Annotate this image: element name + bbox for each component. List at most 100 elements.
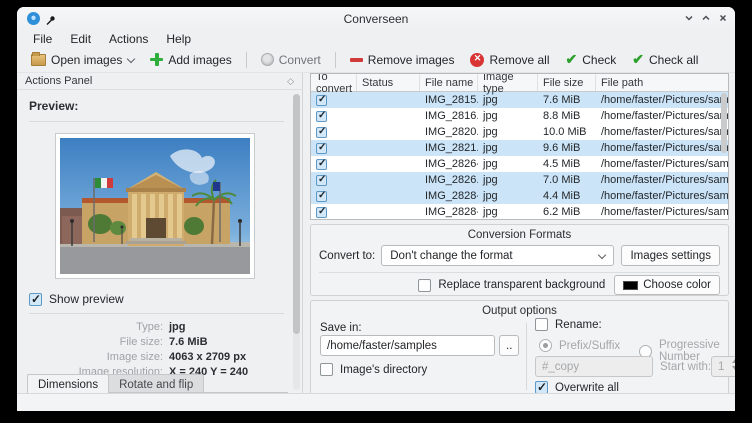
- choose-color-button[interactable]: Choose color: [614, 275, 720, 295]
- rename-pattern-input[interactable]: [535, 356, 653, 377]
- table-row[interactable]: IMG_2826.jpg jpg 7.0 MiB /home/faster/Pi…: [311, 172, 728, 188]
- browse-button[interactable]: ..: [499, 335, 519, 356]
- start-with-label: Start with:: [660, 361, 711, 373]
- checkbox-box: [316, 143, 327, 154]
- remove-all-icon: [470, 53, 484, 67]
- tab-dimensions[interactable]: Dimensions: [27, 374, 109, 393]
- table-row[interactable]: IMG_2815.jpg jpg 7.6 MiB /home/faster/Pi…: [311, 92, 728, 108]
- maximize-button[interactable]: [699, 11, 712, 24]
- radio-circle: [539, 339, 552, 352]
- checkbox-box: [316, 207, 327, 218]
- menubar: File Edit Actions Help: [17, 30, 735, 47]
- file-list-table: To convert Status File name Image type F…: [310, 73, 729, 220]
- header-file-path[interactable]: File path: [596, 74, 728, 91]
- table-scrollbar[interactable]: [721, 93, 727, 153]
- divider: [319, 272, 720, 273]
- toolbar: Open images Add images Convert Remove im…: [17, 47, 735, 73]
- table-row[interactable]: IMG_2821.jpg jpg 9.6 MiB /home/faster/Pi…: [311, 140, 728, 156]
- right-pane: To convert Status File name Image type F…: [310, 73, 729, 393]
- toolbar-separator: [335, 52, 336, 68]
- table-row[interactable]: IMG_2826-Mo... jpg 4.5 MiB /home/faster/…: [311, 156, 728, 172]
- panel-scrollbar[interactable]: [293, 94, 300, 390]
- actions-panel-header: Actions Panel ◇: [17, 73, 302, 90]
- menu-actions[interactable]: Actions: [101, 31, 156, 47]
- tab-rotate-and-flip[interactable]: Rotate and flip: [108, 374, 204, 393]
- checkbox-box: [29, 293, 42, 306]
- row-checkbox[interactable]: [311, 92, 357, 108]
- output-options-group: Output options Save in: .. Image's direc…: [310, 300, 729, 397]
- add-images-icon: [150, 53, 163, 66]
- row-checkbox[interactable]: [311, 204, 357, 220]
- header-to-convert[interactable]: To convert: [311, 74, 357, 91]
- checkbox-box: [316, 191, 327, 202]
- close-button[interactable]: [716, 11, 729, 24]
- header-image-type[interactable]: Image type: [478, 74, 538, 91]
- table-row[interactable]: IMG_2828-2.jpg jpg 4.4 MiB /home/faster/…: [311, 188, 728, 204]
- open-images-icon: [31, 54, 46, 66]
- start-with-spinner[interactable]: [711, 356, 735, 377]
- header-file-size[interactable]: File size: [538, 74, 596, 91]
- color-swatch: [623, 281, 638, 290]
- convert-button[interactable]: Convert: [253, 50, 329, 70]
- prefix-suffix-radio[interactable]: Prefix/Suffix: [539, 339, 620, 352]
- menu-help[interactable]: Help: [158, 31, 199, 47]
- info-file-size: File size: 7.6 MiB: [17, 336, 302, 348]
- format-select[interactable]: Don't change the format: [381, 245, 614, 266]
- scrollbar-thumb[interactable]: [293, 94, 300, 334]
- float-panel-icon[interactable]: ◇: [287, 76, 294, 87]
- actions-panel-body: Preview:: [17, 91, 302, 393]
- table-row[interactable]: IMG_2816.jpg jpg 8.8 MiB /home/faster/Pi…: [311, 108, 728, 124]
- menu-file[interactable]: File: [25, 31, 60, 47]
- open-images-button[interactable]: Open images: [23, 50, 142, 70]
- chevron-down-icon: [598, 252, 605, 259]
- add-images-button[interactable]: Add images: [142, 50, 239, 70]
- titlebar[interactable]: Converseen: [17, 7, 735, 30]
- dimension-tabs: Dimensions Rotate and flip: [27, 374, 204, 393]
- row-checkbox[interactable]: [311, 124, 357, 140]
- preview-label: Preview:: [29, 99, 78, 113]
- table-row[interactable]: IMG_2820.jpg jpg 10.0 MiB /home/faster/P…: [311, 124, 728, 140]
- table-header: To convert Status File name Image type F…: [311, 74, 728, 92]
- checkbox-box: [316, 127, 327, 138]
- row-checkbox[interactable]: [311, 156, 357, 172]
- remove-all-button[interactable]: Remove all: [462, 50, 557, 70]
- row-checkbox[interactable]: [311, 140, 357, 156]
- show-preview-checkbox[interactable]: Show preview: [29, 292, 124, 306]
- actions-panel: Actions Panel ◇ Preview:: [17, 73, 303, 393]
- checkbox-box: [418, 279, 431, 292]
- images-directory-checkbox[interactable]: Image's directory: [320, 363, 427, 376]
- conversion-formats-group: Conversion Formats Convert to: Don't cha…: [310, 224, 729, 296]
- header-status[interactable]: Status: [357, 74, 420, 91]
- table-row[interactable]: IMG_2828-3.jpg jpg 6.2 MiB /home/faster/…: [311, 204, 728, 220]
- row-checkbox[interactable]: [311, 108, 357, 124]
- remove-images-button[interactable]: Remove images: [342, 50, 463, 70]
- minimize-button[interactable]: [682, 11, 695, 24]
- converseen-window: Converseen File Edit Actions Help Open i…: [17, 7, 735, 411]
- chevron-down-icon: [127, 56, 134, 63]
- divider: [526, 323, 527, 390]
- checkbox-box: [320, 363, 333, 376]
- output-options-title: Output options: [311, 301, 728, 317]
- info-image-size: Image size: 4063 x 2709 px: [17, 351, 302, 363]
- check-button[interactable]: ✔ Check: [558, 50, 625, 70]
- toolbar-separator: [246, 52, 247, 68]
- main-content: Actions Panel ◇ Preview:: [17, 73, 735, 393]
- convert-to-label: Convert to:: [319, 250, 375, 262]
- divider: [29, 121, 284, 122]
- divider: [29, 313, 284, 314]
- rename-checkbox[interactable]: Rename:: [535, 318, 602, 331]
- save-in-label: Save in:: [320, 322, 362, 334]
- save-path-input[interactable]: [320, 335, 495, 356]
- replace-transparent-checkbox[interactable]: Replace transparent background: [418, 279, 605, 292]
- spinner-arrows[interactable]: [732, 359, 735, 370]
- check-all-button[interactable]: ✔ Check all: [624, 50, 706, 70]
- convert-icon: [261, 53, 274, 66]
- preview-image: [55, 133, 255, 279]
- row-checkbox[interactable]: [311, 188, 357, 204]
- header-file-name[interactable]: File name: [420, 74, 478, 91]
- images-settings-button[interactable]: Images settings: [621, 245, 720, 266]
- menu-edit[interactable]: Edit: [62, 31, 99, 47]
- check-all-icon: ✔: [632, 53, 644, 66]
- remove-images-icon: [350, 58, 363, 62]
- row-checkbox[interactable]: [311, 172, 357, 188]
